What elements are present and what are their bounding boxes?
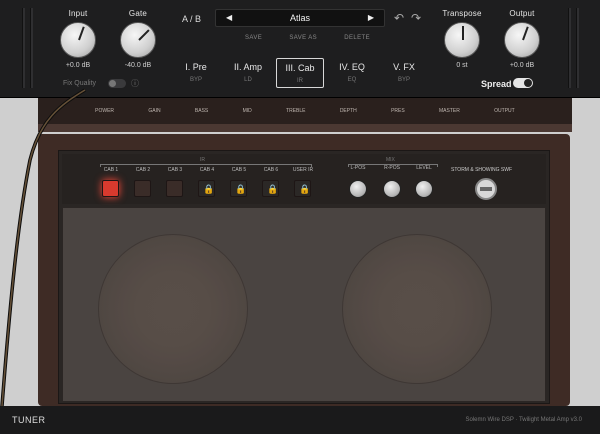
- head-label-presence: PRES: [391, 108, 405, 114]
- left-position-knob[interactable]: [349, 180, 367, 198]
- status-bar: TUNER Solemn Wire DSP · Twilight Metal A…: [0, 406, 600, 434]
- transpose-label: Transpose: [442, 9, 482, 18]
- fix-quality-label: Fix Quality: [63, 80, 97, 87]
- gate-label: Gate: [128, 9, 148, 18]
- save-as-button[interactable]: SAVE AS: [289, 35, 317, 41]
- input-control: Input +0.0 dB: [48, 9, 108, 69]
- transpose-control: Transpose 0 st: [432, 9, 492, 69]
- left-rail-inner: [30, 8, 33, 88]
- amp-head-strip: POWER GAIN BASS MID TREBLE DEPTH PRES MA…: [38, 98, 572, 124]
- tab-eq[interactable]: IV. EQ EQ: [328, 58, 376, 88]
- gate-value: -40.0 dB: [124, 62, 152, 69]
- cab-button-label: CAB 6: [263, 167, 279, 173]
- cab-6-button[interactable]: 🔒: [262, 180, 279, 197]
- ir-section-label: IR: [200, 157, 205, 163]
- input-knob[interactable]: [60, 22, 96, 58]
- tab-label: III. Cab: [285, 63, 315, 73]
- mic-knob-label: LEVEL: [416, 165, 432, 171]
- head-label-master: MASTER: [439, 108, 460, 114]
- head-label-gain: GAIN: [148, 108, 161, 114]
- preset-selector[interactable]: ◀ Atlas ▶: [215, 9, 385, 27]
- cab-4-button[interactable]: 🔒: [198, 180, 215, 197]
- head-label-depth: DEPTH: [339, 108, 357, 114]
- tab-amp[interactable]: II. Amp LD: [224, 58, 272, 88]
- right-position-knob[interactable]: [383, 180, 401, 198]
- level-knob[interactable]: [415, 180, 433, 198]
- brand-label: STORM & SHOWING SWF: [451, 167, 513, 173]
- undo-icon[interactable]: ↶: [394, 11, 404, 25]
- tab-fx[interactable]: V. FX BYP: [380, 58, 428, 88]
- preset-actions: SAVE SAVE AS DELETE: [245, 35, 370, 41]
- ab-toggle-button[interactable]: A / B: [182, 14, 201, 24]
- tuner-button[interactable]: TUNER: [12, 415, 46, 425]
- amp-head: POWER GAIN BASS MID TREBLE DEPTH PRES MA…: [38, 98, 572, 132]
- redo-icon[interactable]: ↷: [411, 11, 421, 25]
- cab-3-button[interactable]: [166, 180, 183, 197]
- head-label-mid: MID: [242, 108, 252, 114]
- cab-button-label: USER IR: [292, 167, 314, 173]
- tab-status: BYP: [397, 77, 410, 83]
- right-rail: [576, 8, 579, 88]
- output-label: Output: [509, 9, 535, 18]
- cab-2-button[interactable]: [134, 180, 151, 197]
- save-button[interactable]: SAVE: [245, 35, 262, 41]
- cab-button-label: CAB 5: [231, 167, 247, 173]
- tab-status: BYP: [189, 77, 202, 83]
- output-control: Output +0.0 dB: [492, 9, 552, 69]
- preset-name: Atlas: [289, 13, 310, 23]
- spread-toggle[interactable]: [513, 78, 533, 88]
- tab-status: LD: [244, 77, 252, 83]
- tab-label: IV. EQ: [339, 62, 365, 72]
- cab-button-label: CAB 3: [167, 167, 183, 173]
- mic-knob-label: R-POS: [384, 165, 400, 171]
- tab-label: II. Amp: [233, 62, 262, 72]
- delete-button[interactable]: DELETE: [344, 35, 370, 41]
- lock-icon: 🔒: [267, 184, 279, 194]
- gate-knob[interactable]: [120, 22, 156, 58]
- head-label-treble: TREBLE: [286, 108, 306, 114]
- spread-label: Spread: [481, 79, 512, 89]
- mic-knob-label: L-POS: [350, 165, 366, 171]
- output-knob[interactable]: [504, 22, 540, 58]
- right-speaker-cone: [342, 234, 492, 384]
- input-value: +0.0 dB: [65, 62, 91, 69]
- cab-button-label: CAB 4: [199, 167, 215, 173]
- head-label-output: OUTPUT: [494, 108, 515, 114]
- output-value: +0.0 dB: [509, 62, 535, 69]
- transpose-knob[interactable]: [444, 22, 480, 58]
- head-label-power: POWER: [95, 108, 115, 114]
- tab-label: I. Pre: [185, 62, 207, 72]
- tab-status: IR: [297, 78, 303, 84]
- brand-logo-icon: [475, 178, 497, 200]
- info-icon[interactable]: ⓘ: [131, 78, 139, 89]
- right-rail-inner: [568, 8, 571, 88]
- tab-pre[interactable]: I. Pre BYP: [172, 58, 220, 88]
- next-preset-button[interactable]: ▶: [368, 13, 374, 22]
- fix-quality-toggle[interactable]: [108, 79, 126, 88]
- user-ir-button[interactable]: 🔒: [294, 180, 311, 197]
- cab-button-label: CAB 2: [135, 167, 151, 173]
- tab-label: V. FX: [393, 62, 415, 72]
- top-control-bar: Input +0.0 dB Gate -40.0 dB A / B ◀ Atla…: [0, 0, 600, 98]
- input-label: Input: [68, 9, 88, 18]
- cab-button-label: CAB 1: [103, 167, 119, 173]
- lock-icon: 🔒: [299, 184, 311, 194]
- gate-control: Gate -40.0 dB: [108, 9, 168, 69]
- cab-5-button[interactable]: 🔒: [230, 180, 247, 197]
- head-label-bass: BASS: [194, 108, 209, 114]
- left-speaker-cone: [98, 234, 248, 384]
- tab-status: EQ: [347, 77, 357, 83]
- mix-section-label: MIX: [386, 157, 395, 163]
- cab-1-button[interactable]: [102, 180, 119, 197]
- transpose-value: 0 st: [456, 62, 468, 69]
- lock-icon: 🔒: [235, 184, 247, 194]
- lock-icon: 🔒: [203, 184, 215, 194]
- amp-head-base: [38, 124, 572, 132]
- footer-info: Solemn Wire DSP · Twilight Metal Amp v3.…: [465, 417, 583, 423]
- left-rail: [22, 8, 25, 88]
- tab-cab[interactable]: III. Cab IR: [276, 58, 324, 88]
